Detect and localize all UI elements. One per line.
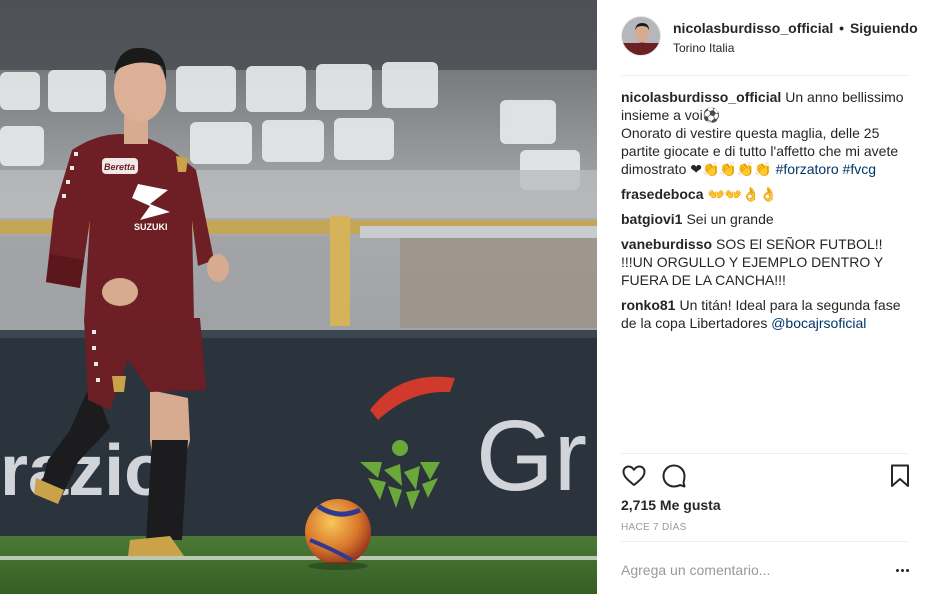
comment-username[interactable]: batgiovi1: [621, 211, 682, 227]
caption-line-2-wrap: Onorato di vestire questa maglia, delle …: [621, 124, 911, 178]
caption-username[interactable]: nicolasburdisso_official: [621, 89, 781, 105]
comment-username[interactable]: ronko81: [621, 297, 675, 313]
comment-button[interactable]: [661, 463, 687, 489]
comment-box-divider: [621, 541, 908, 542]
post-side-panel: nicolasburdisso_official • Siguiendo Tor…: [597, 0, 930, 594]
jersey-sponsor-text: SUZUKI: [134, 222, 168, 232]
header-separator: •: [839, 20, 845, 36]
actions-divider: [621, 453, 908, 454]
comment-item: frasedeboca 👐👐👌👌: [621, 185, 911, 203]
comment-text: Sei un grande: [686, 211, 774, 227]
comment-input[interactable]: [621, 559, 881, 581]
soccer-ball: [305, 499, 371, 565]
more-options-icon-dot: [900, 568, 904, 572]
more-options-button[interactable]: [893, 562, 911, 578]
save-button[interactable]: [889, 463, 911, 489]
club-crest: [176, 156, 188, 172]
post-header: nicolasburdisso_official • Siguiendo Tor…: [597, 0, 930, 75]
following-button[interactable]: Siguiendo: [850, 20, 918, 36]
likes-count[interactable]: 2,715 Me gusta: [621, 496, 721, 514]
like-button[interactable]: [621, 463, 647, 489]
header-divider: [621, 75, 908, 76]
comment-text: 👐👐👌👌: [707, 186, 778, 202]
add-comment-section: [621, 554, 911, 586]
comments-list: nicolasburdisso_official Un anno bellissi…: [621, 88, 911, 339]
more-options-icon-dot: [905, 568, 909, 572]
post-photo[interactable]: razio Gr SUZUKI Beretta: [0, 0, 597, 594]
comment-username[interactable]: frasedeboca: [621, 186, 703, 202]
caption: nicolasburdisso_official Un anno bellissi…: [621, 88, 911, 178]
comment-item: vaneburdisso SOS El SEÑOR FUTBOL!! !!!UN …: [621, 235, 911, 289]
football-player-photo: razio Gr SUZUKI Beretta: [0, 0, 597, 594]
avatar[interactable]: [621, 16, 661, 56]
pitch: [0, 536, 597, 594]
header-username[interactable]: nicolasburdisso_official: [673, 20, 833, 36]
header-text: nicolasburdisso_official • Siguiendo Tor…: [673, 19, 918, 56]
header-username-line: nicolasburdisso_official • Siguiendo: [673, 19, 918, 37]
more-options-icon-dot: [895, 568, 899, 572]
location-link[interactable]: Torino Italia: [673, 40, 918, 56]
ad-board-text-right: Gr: [476, 400, 587, 512]
post-timestamp[interactable]: Hace 7 días: [621, 522, 687, 533]
hashtag-forzatoro[interactable]: #forzatoro: [776, 161, 839, 177]
hashtag-fvcg[interactable]: #fvcg: [843, 161, 876, 177]
avatar-image: [622, 17, 660, 55]
mention-bocajrsoficial[interactable]: @bocajrsoficial: [771, 315, 866, 331]
heart-icon: [622, 465, 646, 486]
comment-username[interactable]: vaneburdisso: [621, 236, 712, 252]
comment-item: ronko81 Un titán! Ideal para la segunda f…: [621, 296, 911, 332]
speech-bubble-icon: [662, 464, 686, 488]
action-bar: [621, 463, 911, 491]
comment-item: batgiovi1 Sei un grande: [621, 210, 911, 228]
bookmark-icon: [891, 464, 909, 487]
jersey-chest-logo: Beretta: [104, 162, 135, 172]
